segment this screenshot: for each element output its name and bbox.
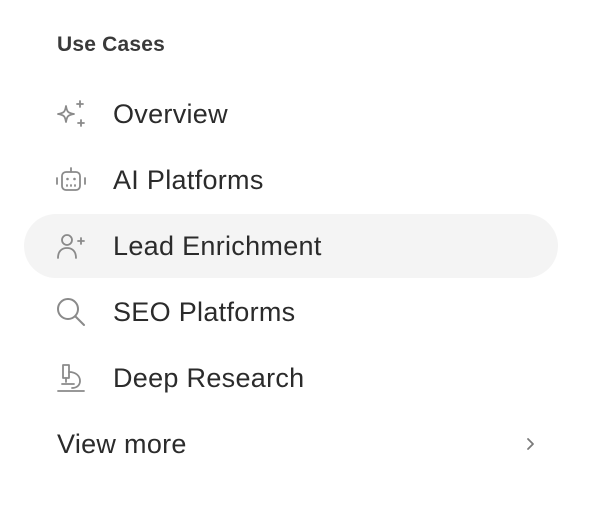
view-more-button[interactable]: View more [24, 412, 558, 476]
menu-item-label: SEO Platforms [113, 296, 296, 327]
menu-item-deep-research[interactable]: Deep Research [24, 346, 558, 410]
menu-item-seo-platforms[interactable]: SEO Platforms [24, 280, 558, 344]
menu-item-overview[interactable]: Overview [24, 82, 558, 146]
chevron-right-icon [522, 436, 538, 452]
section-title: Use Cases [57, 33, 166, 56]
microscope-icon [54, 362, 88, 394]
view-more-label: View more [57, 428, 187, 459]
robot-icon [54, 164, 88, 196]
user-plus-icon [54, 230, 88, 262]
search-icon [54, 296, 88, 328]
menu-item-label: Overview [113, 98, 228, 129]
menu-item-ai-platforms[interactable]: AI Platforms [24, 148, 558, 212]
menu-item-label: Deep Research [113, 362, 305, 393]
menu-item-lead-enrichment[interactable]: Lead Enrichment [24, 214, 558, 278]
menu-item-label: AI Platforms [113, 164, 264, 195]
menu-item-label: Lead Enrichment [113, 230, 322, 261]
sparkles-icon [54, 98, 88, 130]
